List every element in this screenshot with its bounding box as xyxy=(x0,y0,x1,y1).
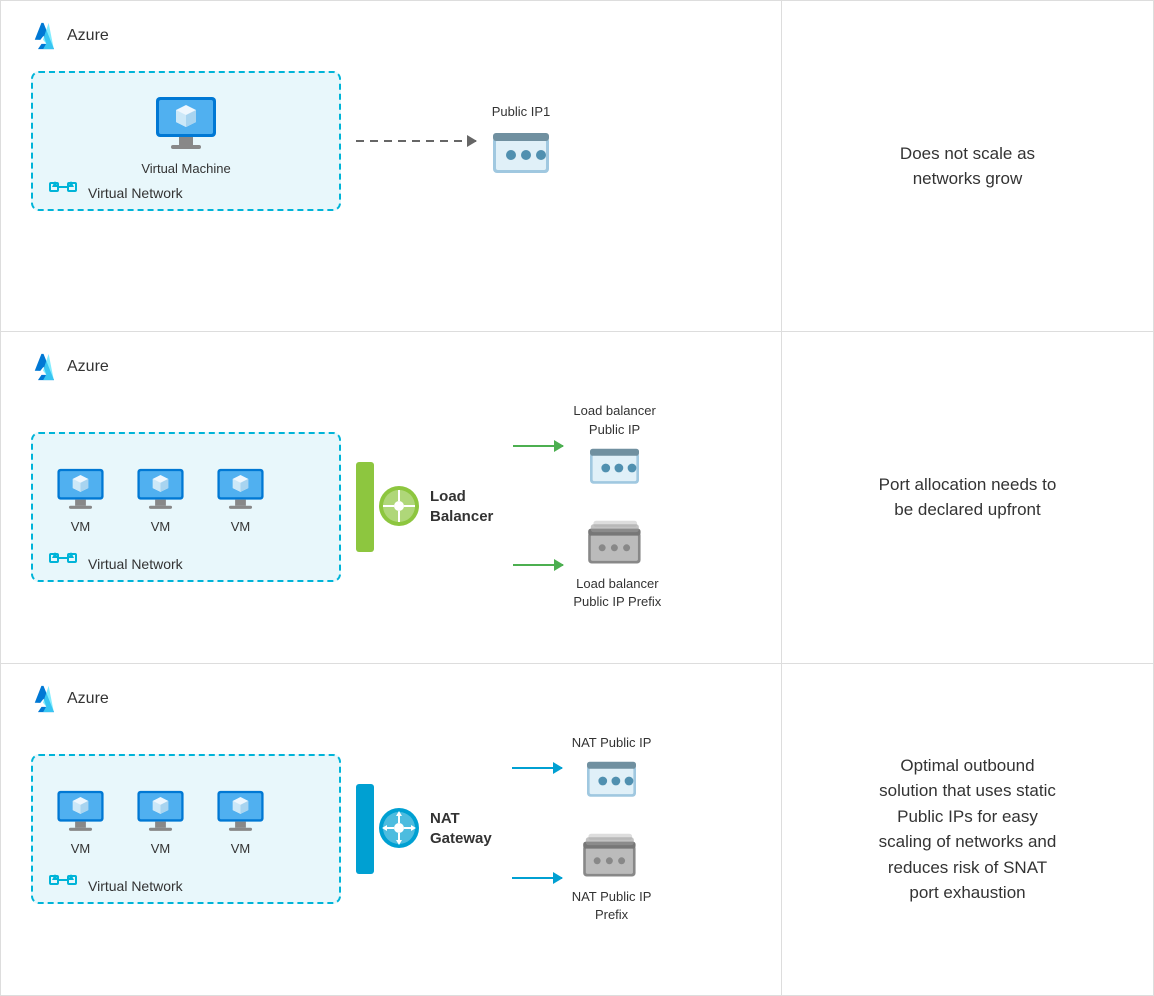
azure-label-2: Azure xyxy=(31,352,751,382)
row3-nat-prefix-label: NAT Public IPPrefix xyxy=(572,888,652,924)
row1-arrow xyxy=(356,140,476,142)
vm-icon-3-3 xyxy=(213,787,268,837)
row2-lb-public-ip-label: Load balancerPublic IP xyxy=(573,402,655,438)
row3-vm2: VM xyxy=(133,787,188,856)
azure-label-3: Azure xyxy=(31,684,751,714)
load-balancer-icon xyxy=(377,484,422,529)
row2-diagram: VM xyxy=(31,392,751,621)
row1-right: Does not scale asnetworks grow xyxy=(781,1,1153,331)
row-3: Azure xyxy=(1,664,1153,995)
row2-vnet-icon xyxy=(48,547,78,574)
row2-right: Port allocation needs tobe declared upfr… xyxy=(781,332,1153,662)
row3-nat-component: NATGateway xyxy=(356,784,497,874)
row1-vnet-icon xyxy=(48,176,78,203)
row2-arrow-2 xyxy=(513,564,563,566)
row3-vnet-box: VM xyxy=(31,754,341,904)
row1-public-ip: Public IP1 xyxy=(491,103,551,179)
azure-logo-1 xyxy=(31,21,61,51)
nat-public-ip-icon xyxy=(584,760,639,802)
row1-vm-label: Virtual Machine xyxy=(141,161,230,176)
row3-nat-label: NATGateway xyxy=(430,809,492,848)
row3-vnet-icon xyxy=(48,869,78,896)
azure-text-3: Azure xyxy=(67,690,109,708)
row3-vm1: VM xyxy=(53,787,108,856)
row2-lb-public-ip: Load balancerPublic IP xyxy=(573,402,655,488)
row2-vm3: VM xyxy=(213,465,268,534)
row2-vm2: VM xyxy=(133,465,188,534)
row-1: Azure xyxy=(1,1,1153,332)
row2-vm3-label: VM xyxy=(231,519,251,534)
row1-public-ip-label: Public IP1 xyxy=(492,103,551,121)
lb-public-ip-icon xyxy=(587,447,642,489)
row3-right: Optimal outboundsolution that uses stati… xyxy=(781,664,1153,995)
row3-diagram: VM xyxy=(31,724,751,935)
row2-vm1-label: VM xyxy=(71,519,91,534)
row2-arrow-1 xyxy=(513,445,563,447)
row3-description: Optimal outboundsolution that uses stati… xyxy=(879,753,1057,906)
row1-left: Azure xyxy=(1,1,781,331)
row3-arrow-1 xyxy=(512,767,562,769)
row3-left: Azure xyxy=(1,664,781,995)
row3-nat-prefix: NAT Public IPPrefix xyxy=(572,832,652,924)
row1-vm: Virtual Machine xyxy=(141,92,230,176)
row3-vm3: VM xyxy=(213,787,268,856)
vm-icon-2-2 xyxy=(133,465,188,515)
row2-lb-component: LoadBalancer xyxy=(356,462,498,552)
row3-arrow-ip1: NAT Public IP xyxy=(512,734,652,802)
row2-left: Azure xyxy=(1,332,781,662)
row2-vnet-box: VM xyxy=(31,432,341,582)
nat-prefix-icon xyxy=(581,832,643,880)
nat-gateway-icon xyxy=(377,806,422,851)
row3-nat-public-ip-label: NAT Public IP xyxy=(572,734,652,752)
row3-vnet-label: Virtual Network xyxy=(88,878,183,894)
row3-arrow-2 xyxy=(512,877,562,879)
vm-icon-3-2 xyxy=(133,787,188,837)
azure-text-2: Azure xyxy=(67,358,109,376)
row3-arrow-ip2: NAT Public IPPrefix xyxy=(512,832,652,924)
azure-logo-2 xyxy=(31,352,61,382)
row2-arrows-ips: Load balancerPublic IP xyxy=(513,402,661,611)
row1-diagram: Virtual Machine Virt xyxy=(31,61,751,221)
row3-vm3-label: VM xyxy=(231,841,251,856)
row2-vm2-label: VM xyxy=(151,519,171,534)
lb-prefix-icon xyxy=(586,519,648,567)
row3-vm-group: VM xyxy=(53,787,268,856)
row2-vnet-label: Virtual Network xyxy=(88,556,183,572)
row2-description: Port allocation needs tobe declared upfr… xyxy=(879,472,1057,523)
row2-arrow-ip1: Load balancerPublic IP xyxy=(513,402,655,488)
row2-lb-prefix: Load balancerPublic IP Prefix xyxy=(573,519,661,611)
row2-vm-group: VM xyxy=(53,465,268,534)
row2-lb-label: LoadBalancer xyxy=(430,487,493,526)
azure-label-1: Azure xyxy=(31,21,751,51)
row2-vm1: VM xyxy=(53,465,108,534)
row3-nat-public-ip: NAT Public IP xyxy=(572,734,652,802)
row3-vm1-label: VM xyxy=(71,841,91,856)
row1-description: Does not scale asnetworks grow xyxy=(900,141,1035,192)
vm-icon-3-1 xyxy=(53,787,108,837)
azure-logo-3 xyxy=(31,684,61,714)
main-grid: Azure xyxy=(0,0,1154,996)
vm-icon-2-3 xyxy=(213,465,268,515)
row3-vm2-label: VM xyxy=(151,841,171,856)
row1-vnet-label: Virtual Network xyxy=(88,185,183,201)
row-2: Azure xyxy=(1,332,1153,663)
row3-arrows-ips: NAT Public IP xyxy=(512,734,652,925)
row2-arrow-ip2: Load balancerPublic IP Prefix xyxy=(513,519,661,611)
virtual-machine-icon xyxy=(151,92,221,157)
azure-text-1: Azure xyxy=(67,27,109,45)
row2-lb-prefix-label: Load balancerPublic IP Prefix xyxy=(573,575,661,611)
row1-vnet-box: Virtual Machine Virt xyxy=(31,71,341,211)
public-ip-icon-1 xyxy=(491,131,551,179)
vm-icon-2-1 xyxy=(53,465,108,515)
